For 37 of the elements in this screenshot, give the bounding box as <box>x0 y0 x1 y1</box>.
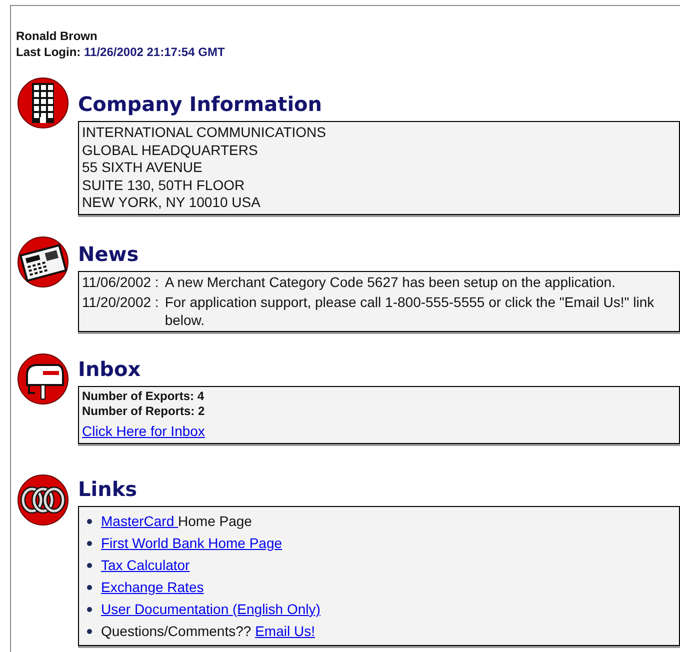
count-text: Number of Exports: 4 <box>82 389 204 403</box>
address-line: NEW YORK, NY 10010 USA <box>82 194 260 210</box>
address-line: SUITE 130, 50TH FLOOR <box>82 176 245 192</box>
bullet-icon <box>87 562 92 568</box>
count-text: Number of Reports: 2 <box>82 404 205 418</box>
section-title: Links <box>78 476 138 503</box>
building-icon <box>17 77 69 129</box>
bullet-icon <box>87 628 92 634</box>
address-line: 55 SIXTH AVENUE <box>82 159 202 175</box>
bullet-icon <box>87 518 92 524</box>
link[interactable]: MasterCard <box>101 510 178 532</box>
news-date: 11/06/2002 : <box>82 274 159 291</box>
link[interactable]: Email Us! <box>255 620 315 642</box>
link[interactable]: Tax Calculator <box>101 554 190 576</box>
mailbox-icon <box>17 353 69 405</box>
news-date: 11/20/2002 : <box>82 294 159 312</box>
link-label: Questions/Comments?? <box>101 622 252 641</box>
section-title: News <box>78 240 139 268</box>
link[interactable]: First World Bank Home Page <box>101 532 282 554</box>
inbox-link[interactable]: Click Here for Inbox <box>82 423 205 439</box>
news-text: For application support, please call 1-800-555-5555 or click the "Email Us!" link below. <box>164 294 656 329</box>
section-title: Inbox <box>78 356 141 383</box>
news-text: A new Merchant Category Code 5627 has been setup on the application. <box>164 274 616 291</box>
section-title: Company Information <box>78 91 322 118</box>
last-login-time: 11/26/2002 21:17:54 GMT <box>84 45 225 59</box>
bullet-icon <box>87 540 92 546</box>
last-login-label: Last Login: <box>16 45 81 59</box>
fax-machine-icon <box>17 236 69 288</box>
link[interactable]: Exchange Rates <box>101 576 204 598</box>
address-line: INTERNATIONAL COMMUNICATIONS <box>82 124 326 140</box>
bullet-icon <box>87 584 92 590</box>
bullet-icon <box>87 606 92 612</box>
link[interactable]: User Documentation (English Only) <box>101 598 320 620</box>
chain-link-icon <box>17 474 69 526</box>
address-line: GLOBAL HEADQUARTERS <box>82 142 258 158</box>
user-name: Ronald Brown <box>16 29 98 43</box>
link-label: Home Page <box>178 512 252 531</box>
